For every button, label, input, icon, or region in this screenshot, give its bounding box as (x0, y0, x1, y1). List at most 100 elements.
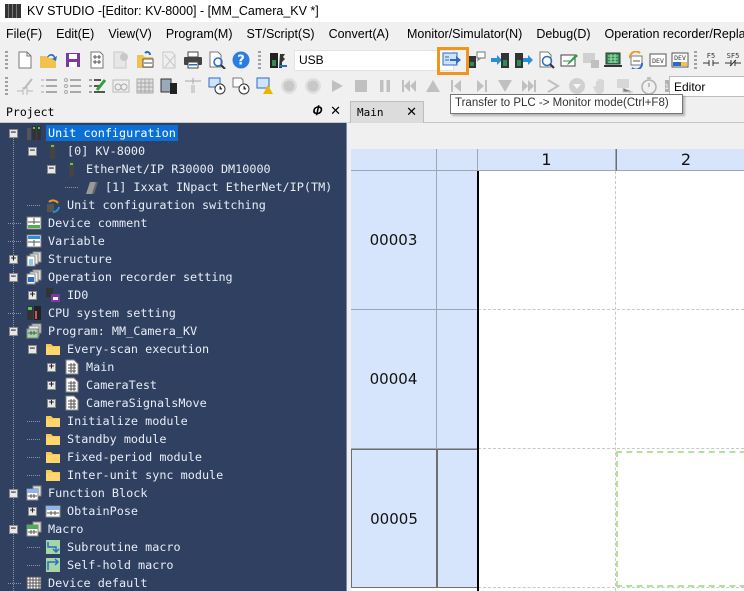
device-monitor-button[interactable] (159, 76, 179, 96)
tree-item-structure[interactable]: Structure (26, 250, 114, 268)
skip-end-button[interactable] (519, 76, 539, 96)
menu-st-script[interactable]: ST/Script(S) (240, 27, 322, 41)
collapse-toggle[interactable]: − (9, 525, 18, 534)
folder-ladder-button[interactable] (135, 50, 155, 70)
menu-program[interactable]: Program(M) (159, 27, 240, 41)
monitor-screen-button[interactable] (604, 50, 623, 70)
dev-color-button[interactable]: DEV (671, 50, 689, 70)
stop-button[interactable] (351, 76, 371, 96)
tree-item-cpu-system-setting[interactable]: CPU system setting (26, 304, 178, 322)
toolbar-grip[interactable] (258, 51, 261, 69)
expand-toggle[interactable]: + (9, 255, 18, 264)
tree-item-camerasignalsmove[interactable]: CameraSignalsMove (64, 394, 209, 412)
delete-program-button[interactable] (159, 50, 179, 70)
grid-button[interactable] (135, 76, 155, 96)
tree-item-subroutine-macro[interactable]: Subroutine macro (45, 538, 183, 556)
tree-item-unit-configuration[interactable]: Unit configuration (26, 124, 178, 142)
tree-item-device-comment[interactable]: Device comment (26, 214, 149, 232)
tree-item-id0[interactable]: ID0 (45, 286, 90, 304)
dev-button[interactable]: DEV (649, 50, 667, 70)
tree-item-every-scan-execution[interactable]: Every-scan execution (45, 340, 211, 358)
pen-button[interactable] (15, 76, 35, 96)
down-button[interactable] (495, 76, 515, 96)
stop-circle-button[interactable] (567, 76, 587, 96)
verify-button[interactable] (538, 50, 556, 70)
menu-operation-recorder[interactable]: Operation recorder/Replay(R) (598, 27, 744, 41)
collapse-toggle[interactable]: − (9, 489, 18, 498)
up-button[interactable] (423, 76, 443, 96)
editor-cursor-cell[interactable] (616, 451, 744, 587)
collapse-toggle[interactable]: − (28, 345, 37, 354)
stopwatch-button[interactable] (639, 76, 659, 96)
edit-online-button[interactable] (560, 50, 579, 70)
tree-item-function-block[interactable]: Function Block (26, 484, 149, 502)
expand-toggle[interactable]: + (28, 291, 37, 300)
timer-screen-button[interactable] (207, 76, 227, 96)
menu-file[interactable]: File(F) (0, 27, 49, 41)
tree-item-initialize-module[interactable]: Initialize module (45, 412, 190, 430)
record-button[interactable] (279, 76, 299, 96)
ladder-editor[interactable]: 1 2 00003 00004 00005 (351, 149, 744, 591)
row-header-00004[interactable]: 00004 (351, 310, 437, 449)
tree-item-device-default[interactable]: Device default (26, 574, 149, 591)
read-from-plc-button[interactable] (514, 50, 534, 70)
tree-item-obtainpose[interactable]: ObtainPose (45, 502, 140, 520)
network-button[interactable] (615, 76, 635, 96)
collapse-toggle[interactable]: − (9, 327, 18, 336)
help-button[interactable]: ? (231, 50, 251, 70)
pin-icon[interactable]: 𝛷 (312, 104, 322, 119)
connection-select[interactable]: USB (294, 49, 454, 71)
hand-button[interactable] (591, 76, 611, 96)
collapse-toggle[interactable]: − (9, 273, 18, 282)
expand-toggle[interactable]: + (28, 507, 37, 516)
menu-edit[interactable]: Edit(E) (49, 27, 101, 41)
sync-button[interactable] (627, 50, 645, 70)
close-icon[interactable]: ✕ (406, 105, 417, 120)
skip-start-button[interactable] (399, 76, 419, 96)
menu-convert[interactable]: Convert(A) (322, 27, 396, 41)
toolbar-grip[interactable] (5, 77, 8, 95)
tree-item-main[interactable]: Main (64, 358, 116, 376)
touch-button[interactable] (183, 76, 203, 96)
pause-button[interactable] (375, 76, 395, 96)
timer-ladder-button[interactable] (231, 76, 251, 96)
tree-item-0-kv-8000[interactable]: [0] KV-8000 (45, 142, 147, 160)
expand-toggle[interactable]: + (47, 381, 56, 390)
collapse-toggle[interactable]: − (28, 147, 37, 156)
f5-contact-button[interactable]: F5 (702, 50, 720, 70)
new-file-button[interactable] (15, 50, 35, 70)
tree-item-unit-configuration-switching[interactable]: Unit configuration switching (45, 196, 268, 214)
menu-debug[interactable]: Debug(D) (529, 27, 597, 41)
read-plc-button[interactable] (466, 50, 486, 70)
play-button[interactable] (327, 76, 347, 96)
print-preview-button[interactable] (207, 50, 227, 70)
sf5-contact-button[interactable]: SF5 (724, 50, 742, 70)
ladder-program-button[interactable] (87, 50, 107, 70)
tree-item-ethernet-ip-r30000-dm10000[interactable]: EtherNet/IP R30000 DM10000 (64, 160, 273, 178)
list-edit-button[interactable] (87, 76, 107, 96)
step-forward-button[interactable] (471, 76, 491, 96)
tree-item-cameratest[interactable]: CameraTest (64, 376, 159, 394)
comm-settings-button[interactable] (268, 50, 288, 70)
tree-item-variable[interactable]: Variable (26, 232, 107, 250)
step-back-button[interactable] (447, 76, 467, 96)
tab-main[interactable]: Main ✕ (350, 101, 424, 123)
plc-settings-button[interactable] (582, 50, 600, 70)
tree-item-standby-module[interactable]: Standby module (45, 430, 168, 448)
next-button[interactable] (543, 76, 563, 96)
open-button[interactable] (39, 50, 59, 70)
warning-screen-button[interactable] (255, 76, 275, 96)
tree-item-program-mm-camera-kv[interactable]: Program: MM_Camera_KV (26, 322, 199, 340)
tree-item-self-hold-macro[interactable]: Self-hold macro (45, 556, 176, 574)
toolbar-grip[interactable] (693, 51, 697, 69)
transfer-to-plc-button[interactable] (490, 50, 510, 70)
import-button[interactable] (111, 50, 131, 70)
menu-monitor-simulator[interactable]: Monitor/Simulator(N) (400, 27, 529, 41)
row-header-00005[interactable]: 00005 (351, 449, 437, 588)
toolbar-grip[interactable] (5, 51, 8, 69)
collapse-toggle[interactable]: − (9, 129, 18, 138)
tree-item-fixed-period-module[interactable]: Fixed-period module (45, 448, 204, 466)
list-check-button[interactable] (39, 76, 59, 96)
row-header-00003[interactable]: 00003 (351, 171, 437, 310)
list-button[interactable] (63, 76, 83, 96)
